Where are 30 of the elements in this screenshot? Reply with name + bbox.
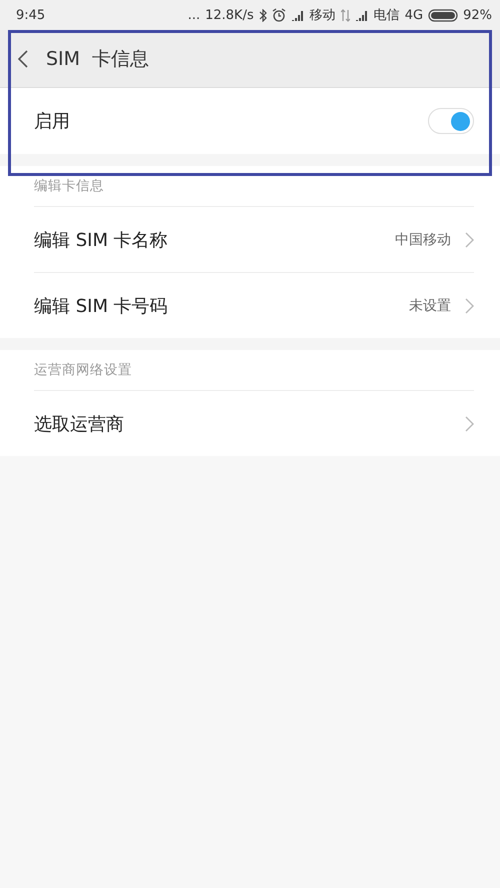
row-label: 编辑 SIM 卡号码 <box>34 294 169 318</box>
row-value: 未设置 <box>409 296 451 314</box>
settings-row[interactable]: 编辑 SIM 卡号码 未设置 <box>0 272 500 338</box>
carrier-name: 电信 <box>374 7 400 24</box>
status-time: 9:45 <box>16 8 46 22</box>
section-title: 运营商网络设置 <box>34 361 132 379</box>
enable-label: 启用 <box>34 110 71 133</box>
signal-icon <box>290 9 305 21</box>
chevron-right-icon <box>465 298 474 314</box>
network-speed: 12.8K/s <box>205 8 254 22</box>
carrier-name: 移动 <box>310 7 336 24</box>
battery-level: 92% <box>463 8 492 22</box>
page-title: SIM 卡信息 <box>46 46 150 72</box>
row-label: 编辑 SIM 卡名称 <box>34 228 169 252</box>
enable-switch[interactable] <box>428 108 474 134</box>
row-value: 中国移动 <box>395 230 451 248</box>
alarm-icon <box>272 8 286 22</box>
status-dots: ... <box>188 8 200 22</box>
section-title: 编辑卡信息 <box>34 177 104 195</box>
settings-row[interactable]: 编辑 SIM 卡名称 中国移动 <box>0 206 500 272</box>
signal-icon <box>354 9 369 21</box>
back-icon[interactable] <box>18 50 28 68</box>
network-type: 4G <box>404 8 424 22</box>
bluetooth-icon <box>258 8 267 22</box>
chevron-right-icon <box>465 232 474 248</box>
settings-row[interactable]: 选取运营商 <box>0 390 500 456</box>
row-label: 选取运营商 <box>34 412 125 436</box>
chevron-right-icon <box>465 416 474 432</box>
data-arrows-icon <box>340 8 350 22</box>
battery-icon <box>428 8 458 22</box>
